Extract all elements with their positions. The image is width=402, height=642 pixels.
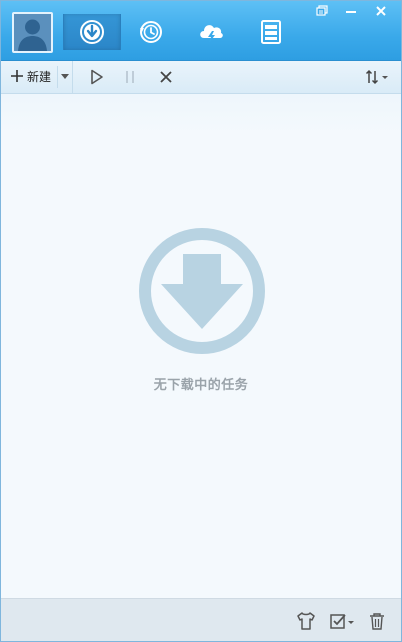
close-x-icon (160, 71, 172, 83)
nav-history-button[interactable] (131, 13, 171, 51)
delete-task-button[interactable] (158, 69, 174, 85)
pause-icon (126, 71, 134, 83)
skin-button[interactable] (296, 612, 316, 630)
header-bar (1, 1, 401, 61)
close-button[interactable] (370, 3, 392, 19)
chevron-down-icon[interactable] (61, 74, 69, 79)
restore-icon (316, 5, 328, 16)
close-icon (376, 6, 386, 16)
history-clock-icon (140, 21, 162, 43)
avatar[interactable] (12, 12, 53, 53)
restore-button[interactable] (311, 3, 333, 19)
app-window: 新建 无下载中的任务 (0, 0, 402, 642)
new-task-label: 新建 (27, 70, 52, 84)
play-icon (91, 69, 103, 85)
file-cabinet-icon (261, 20, 281, 44)
empty-state-text: 无下载中的任务 (153, 378, 249, 393)
nav-downloading-button[interactable] (63, 14, 121, 50)
task-list-area: 无下载中的任务 (1, 94, 401, 598)
checkbox-icon (330, 614, 354, 629)
nav-files-button[interactable] (251, 13, 291, 51)
select-button[interactable] (329, 612, 357, 630)
minimize-icon (346, 11, 356, 13)
sort-button[interactable] (365, 69, 391, 85)
pause-button[interactable] (122, 69, 138, 85)
download-circle-icon (80, 20, 104, 44)
divider (57, 66, 58, 88)
start-button[interactable] (89, 69, 105, 85)
footer-bar (1, 598, 401, 641)
cloud-lightning-icon (200, 25, 223, 43)
trash-icon (370, 613, 384, 630)
new-task-button[interactable]: 新建 (1, 61, 73, 93)
minimize-button[interactable] (340, 3, 362, 19)
tshirt-icon (297, 612, 315, 630)
plus-icon (11, 70, 23, 82)
nav-cloud-button[interactable] (191, 13, 231, 51)
download-arrow-icon (139, 228, 265, 354)
sort-icon (365, 69, 388, 85)
trash-button[interactable] (369, 612, 385, 630)
toolbar: 新建 (1, 61, 401, 94)
